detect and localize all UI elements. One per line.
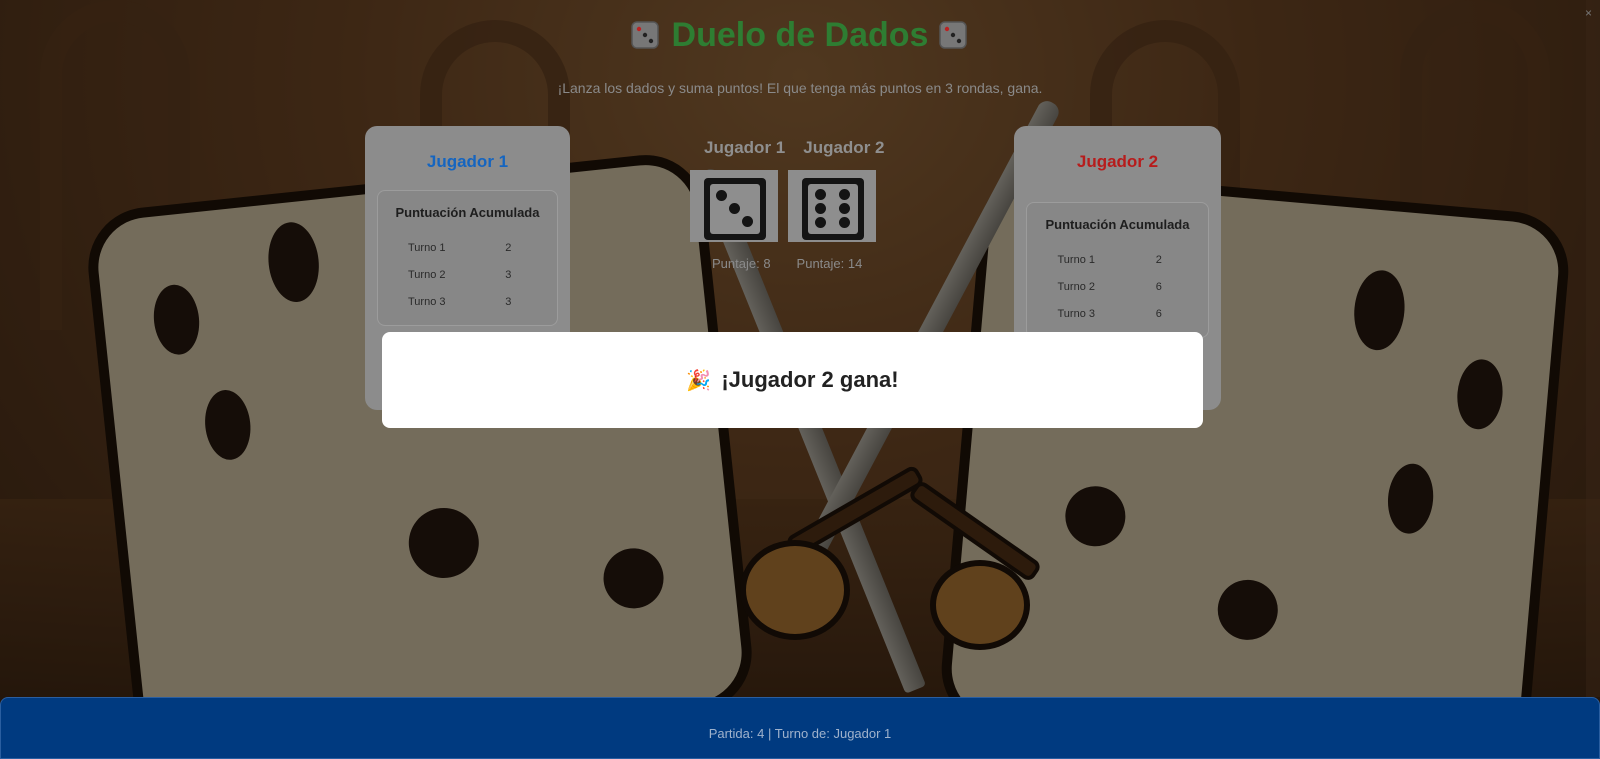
game-status: Partida: 4 | Turno de: Jugador 1 (708, 726, 892, 741)
player-1-score-panel: Puntuación Acumulada Turno 1 2 Turno 2 3… (377, 190, 558, 326)
dice-label-player-2: Jugador 2 (803, 138, 885, 157)
player-2-score-panel: Puntuación Acumulada Turno 1 2 Turno 2 6… (1026, 202, 1209, 338)
dice-area: Jugador 1 Jugador 2 Puntaje: 8 Puntaje: … (690, 138, 890, 271)
turn-label: Turno 2 (407, 268, 446, 281)
scrollbar[interactable] (1586, 0, 1600, 697)
turn-value: 6 (1155, 280, 1162, 293)
die-icon (630, 21, 659, 49)
turn-label: Turno 3 (407, 295, 446, 308)
score-title: Puntuación Acumulada (395, 205, 540, 220)
page-title: Duelo de Dados (0, 16, 1600, 55)
score-player-2: Puntaje: 14 (796, 256, 863, 271)
turn-label: Turno 1 (1057, 253, 1095, 266)
die-icon (939, 21, 968, 49)
score-player-1: Puntaje: 8 (712, 256, 771, 271)
dice-row (690, 170, 890, 242)
turn-label: Turno 2 (1057, 280, 1095, 293)
dice-labels: Jugador 1 Jugador 2 (690, 138, 890, 158)
turn-value: 3 (505, 268, 512, 281)
turn-row: Turno 1 2 (386, 234, 549, 261)
game-instructions: ¡Lanza los dados y suma puntos! El que t… (557, 80, 1043, 96)
turn-label: Turno 3 (1057, 307, 1095, 320)
die-player-1[interactable] (690, 170, 778, 242)
turn-row: Turno 2 3 (386, 261, 549, 288)
turn-row: Turno 2 6 (1035, 273, 1200, 300)
winner-modal[interactable]: 🎉 ¡Jugador 2 gana! (382, 332, 1203, 428)
status-bar: Partida: 4 | Turno de: Jugador 1 (0, 697, 1600, 759)
die-face-three-icon (704, 178, 766, 240)
dice-label-player-1: Jugador 1 (704, 138, 786, 157)
turn-value: 6 (1155, 307, 1162, 320)
turn-value: 2 (1155, 253, 1162, 266)
score-title: Puntuación Acumulada (1045, 217, 1190, 232)
close-icon[interactable]: × (1585, 6, 1592, 20)
player-1-name: Jugador 1 (426, 152, 509, 171)
die-player-2[interactable] (788, 170, 876, 242)
turn-row: Turno 3 3 (386, 288, 549, 315)
player-2-name: Jugador 2 (1076, 152, 1159, 171)
turn-value: 3 (505, 295, 512, 308)
round-scores: Puntaje: 8 Puntaje: 14 (690, 256, 890, 271)
turn-row: Turno 3 6 (1035, 300, 1200, 327)
winner-message: ¡Jugador 2 gana! (721, 367, 899, 392)
die-face-six-icon (802, 178, 864, 240)
turn-value: 2 (505, 241, 512, 254)
title-text: Duelo de Dados (671, 16, 929, 54)
party-popper-icon: 🎉 (686, 369, 712, 392)
turn-row: Turno 1 2 (1035, 246, 1200, 273)
turn-label: Turno 1 (407, 241, 446, 254)
